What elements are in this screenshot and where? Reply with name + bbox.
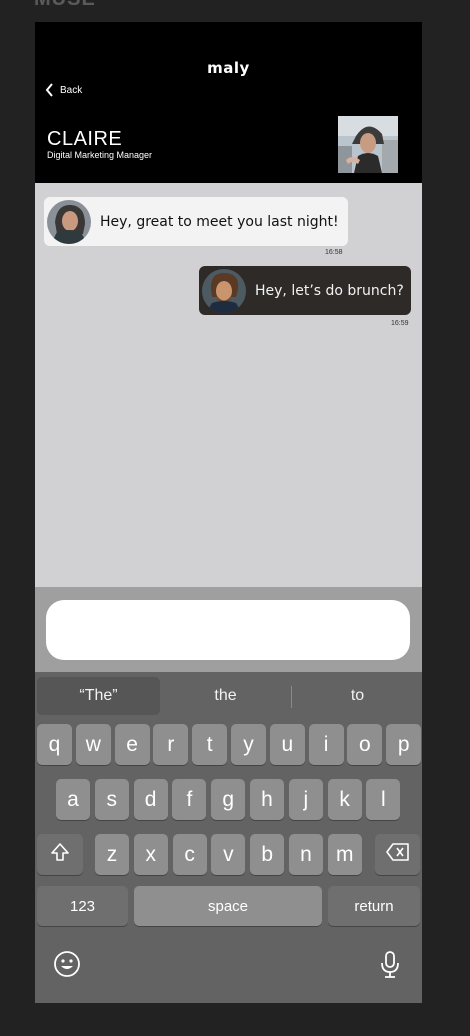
key-i[interactable]: i bbox=[308, 724, 344, 765]
suggestion-divider bbox=[291, 686, 292, 708]
delete-icon bbox=[385, 842, 410, 867]
key-a[interactable]: a bbox=[56, 779, 90, 820]
key-d[interactable]: d bbox=[133, 779, 168, 820]
incoming-message[interactable]: Hey, great to meet you last night! bbox=[44, 197, 348, 246]
space-key[interactable]: space bbox=[134, 886, 322, 926]
key-r[interactable]: r bbox=[153, 724, 189, 765]
keyboard: “The” the to qwertyuiopasdfghjklzxcvbnm … bbox=[35, 672, 422, 1003]
key-o[interactable]: o bbox=[347, 724, 383, 765]
key-b[interactable]: b bbox=[250, 834, 285, 875]
return-key[interactable]: return bbox=[328, 886, 420, 926]
contact-role: Digital Marketing Manager bbox=[47, 150, 153, 160]
phone-screen: maly Back CLAIRE Digital Marketing Manag… bbox=[35, 22, 422, 1003]
emoji-icon[interactable] bbox=[53, 950, 81, 982]
numbers-key[interactable]: 123 bbox=[37, 886, 128, 926]
suggestion-item[interactable]: to bbox=[296, 677, 419, 715]
suggestion-bar: “The” the to bbox=[35, 677, 422, 717]
message-list[interactable]: Hey, great to meet you last night! 16:58… bbox=[35, 183, 422, 587]
key-n[interactable]: n bbox=[289, 834, 323, 875]
message-text: Hey, let’s do brunch? bbox=[255, 282, 404, 299]
key-w[interactable]: w bbox=[75, 724, 111, 765]
key-k[interactable]: k bbox=[327, 779, 362, 820]
message-input[interactable] bbox=[46, 600, 410, 660]
key-p[interactable]: p bbox=[386, 724, 422, 765]
key-z[interactable]: z bbox=[95, 834, 129, 875]
key-v[interactable]: v bbox=[211, 834, 246, 875]
key-t[interactable]: t bbox=[192, 724, 228, 765]
contact-name: CLAIRE bbox=[47, 128, 123, 150]
contact-avatar bbox=[47, 199, 91, 244]
key-j[interactable]: j bbox=[288, 779, 323, 820]
key-q[interactable]: q bbox=[37, 724, 72, 765]
key-f[interactable]: f bbox=[172, 779, 207, 820]
contact-photo[interactable] bbox=[338, 116, 398, 173]
shift-icon bbox=[50, 842, 70, 868]
delete-key[interactable] bbox=[375, 834, 420, 875]
shift-key[interactable] bbox=[37, 834, 83, 875]
key-h[interactable]: h bbox=[250, 779, 284, 820]
message-time: 16:58 bbox=[325, 249, 343, 256]
message-text: Hey, great to meet you last night! bbox=[100, 213, 339, 230]
key-u[interactable]: u bbox=[269, 724, 305, 765]
chat-header: maly Back CLAIRE Digital Marketing Manag… bbox=[35, 22, 422, 183]
key-m[interactable]: m bbox=[327, 834, 362, 875]
user-avatar bbox=[202, 268, 246, 313]
chevron-left-icon bbox=[45, 83, 54, 97]
key-x[interactable]: x bbox=[133, 834, 168, 875]
key-y[interactable]: y bbox=[231, 724, 266, 765]
back-label: Back bbox=[60, 84, 83, 96]
key-g[interactable]: g bbox=[211, 779, 246, 820]
outgoing-message[interactable]: Hey, let’s do brunch? bbox=[199, 266, 411, 315]
compose-bar bbox=[35, 587, 422, 672]
key-s[interactable]: s bbox=[94, 779, 129, 820]
suggestion-item[interactable]: “The” bbox=[37, 677, 160, 715]
microphone-icon[interactable] bbox=[379, 950, 401, 984]
message-time: 16:59 bbox=[391, 320, 409, 327]
suggestion-item[interactable]: the bbox=[164, 677, 287, 715]
frame-label: MUSE bbox=[34, 0, 96, 11]
back-button[interactable]: Back bbox=[45, 83, 82, 97]
key-c[interactable]: c bbox=[172, 834, 207, 875]
key-l[interactable]: l bbox=[366, 779, 401, 820]
app-title: maly bbox=[207, 59, 250, 77]
key-e[interactable]: e bbox=[114, 724, 150, 765]
